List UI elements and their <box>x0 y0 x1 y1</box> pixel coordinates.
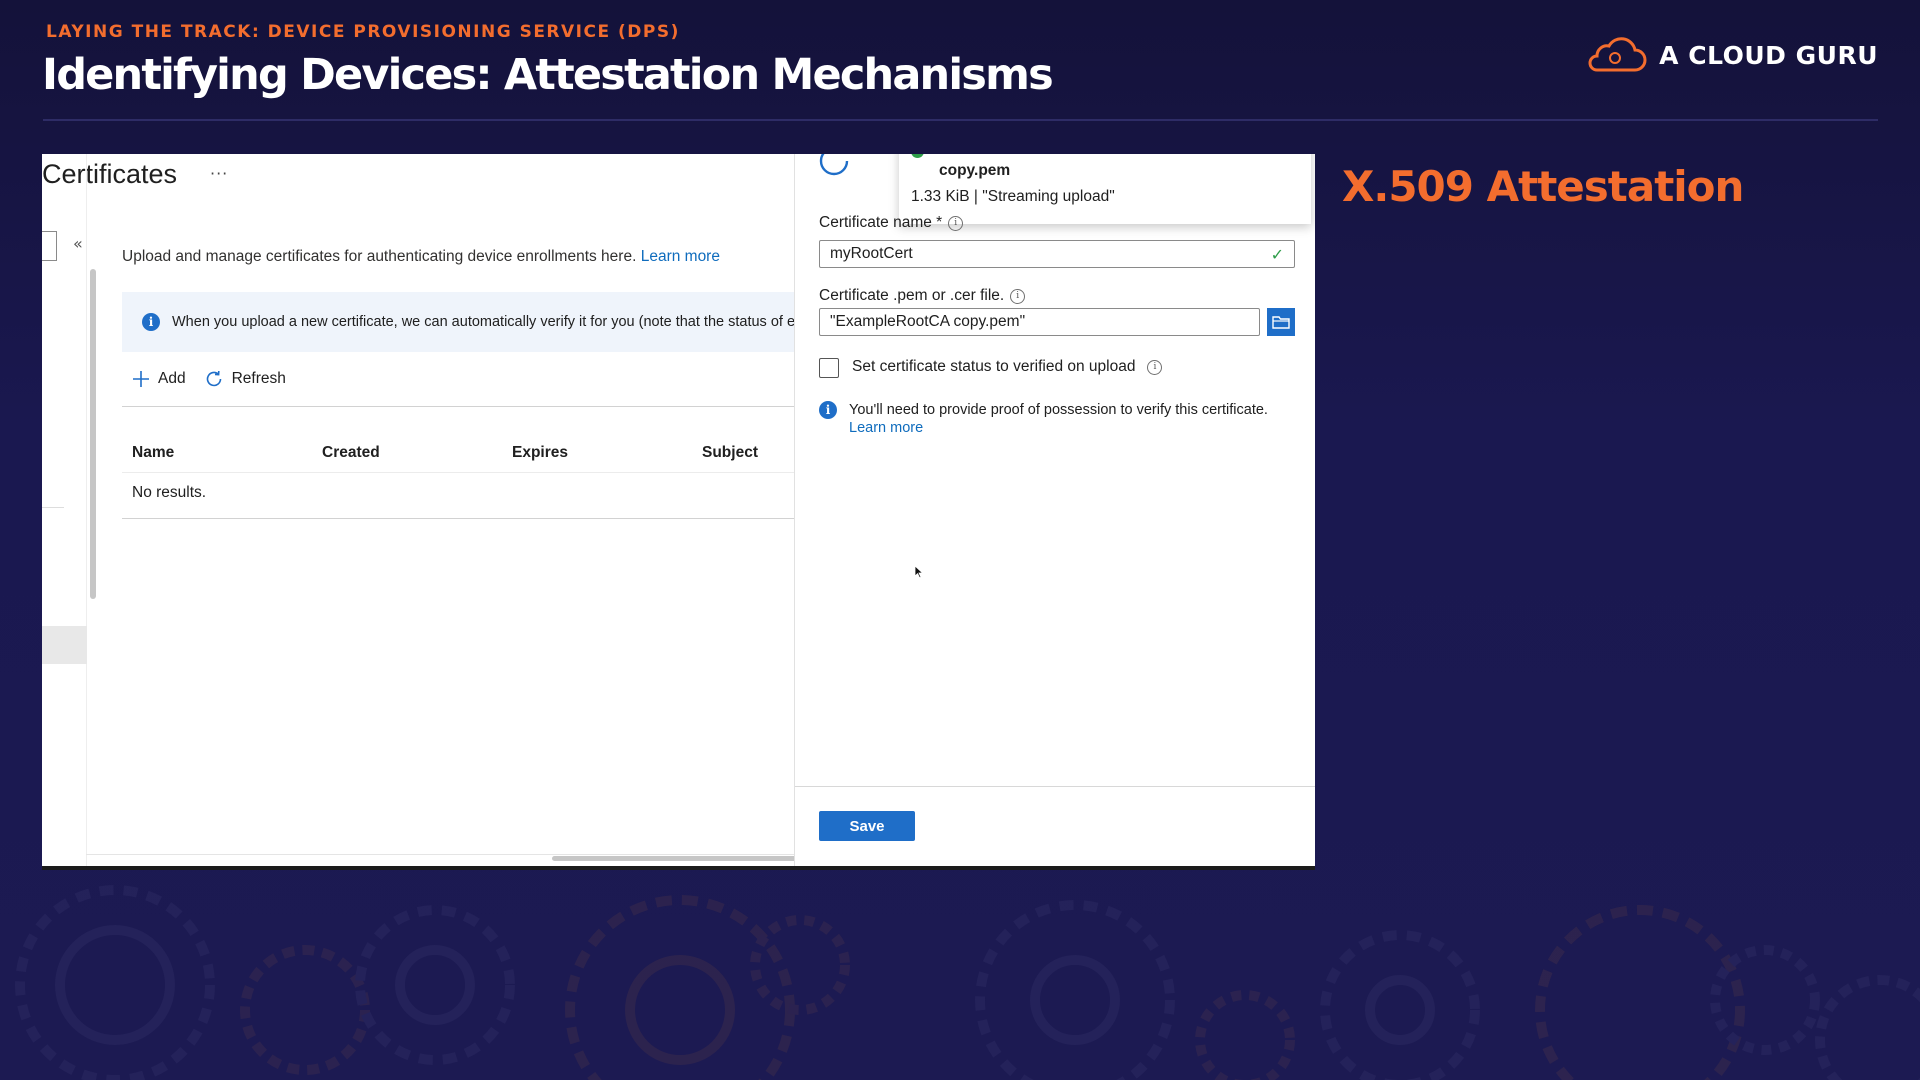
collapse-nav-icon[interactable]: « <box>73 234 83 253</box>
course-eyebrow: LAYING THE TRACK: DEVICE PROVISIONING SE… <box>46 22 680 42</box>
nav-search-box[interactable] <box>42 231 57 261</box>
add-button[interactable]: Add <box>132 369 186 389</box>
command-bar: Add Refresh <box>132 369 286 389</box>
possession-notice: i You'll need to provide proof of posses… <box>819 401 1268 437</box>
vertical-scrollbar[interactable] <box>90 269 96 599</box>
portal-screenshot: Certificates ··· « Upload and manage cer… <box>42 154 1315 870</box>
banner-text: When you upload a new certificate, we ca… <box>172 314 802 330</box>
info-icon[interactable]: i <box>1147 359 1163 375</box>
section-heading: X.509 Attestation <box>1342 162 1744 211</box>
certificate-file-label: Certificate .pem or .cer file. i <box>819 287 1026 305</box>
refresh-label: Refresh <box>231 370 286 387</box>
info-icon[interactable]: i <box>1010 288 1026 304</box>
content-bottom-edge <box>86 854 802 855</box>
mouse-cursor-icon <box>914 565 924 579</box>
possession-notice-text: You'll need to provide proof of possessi… <box>849 401 1268 437</box>
certificate-name-label-text: Certificate name * <box>819 214 943 231</box>
column-name[interactable]: Name <box>132 444 174 462</box>
brand-logo: A CLOUD GURU <box>1585 36 1878 74</box>
info-banner: i When you upload a new certificate, we … <box>122 292 802 352</box>
valid-check-icon: ✓ <box>1270 247 1284 264</box>
upload-meta: 1.33 KiB | "Streaming upload" <box>911 188 1115 205</box>
horizontal-scrollbar[interactable] <box>552 856 802 861</box>
slide-title: Identifying Devices: Attestation Mechani… <box>42 50 1054 100</box>
table-bottom-line <box>122 518 802 519</box>
upload-filename: copy.pem <box>939 162 1011 179</box>
pane-footer-divider <box>795 786 1315 787</box>
certificate-file-input[interactable]: "ExampleRootCA copy.pem" <box>819 308 1260 336</box>
header-divider-line <box>122 472 802 473</box>
info-icon: i <box>142 313 160 331</box>
column-expires[interactable]: Expires <box>512 444 568 462</box>
learn-more-link[interactable]: Learn more <box>641 248 720 265</box>
plus-icon <box>133 371 149 387</box>
empty-state-text: No results. <box>132 484 207 501</box>
blade-title: Certificates <box>42 159 178 189</box>
certificate-name-label: Certificate name * i <box>819 214 964 232</box>
info-icon[interactable]: i <box>948 215 964 231</box>
toolbar-divider <box>122 406 802 407</box>
possession-learn-more-link[interactable]: Learn more <box>849 419 1268 437</box>
success-status-icon <box>911 154 924 158</box>
verify-on-upload-label: Set certificate status to verified on up… <box>852 358 1163 376</box>
certificate-file-label-text: Certificate .pem or .cer file. <box>819 287 1005 304</box>
description-text: Upload and manage certificates for authe… <box>122 248 637 265</box>
save-button[interactable]: Save <box>819 811 915 841</box>
certificate-name-input[interactable]: myRootCert ✓ <box>819 240 1295 268</box>
nav-border <box>86 154 87 866</box>
upload-progress-icon <box>819 154 849 176</box>
info-icon: i <box>819 401 837 419</box>
nav-selected-item[interactable] <box>42 626 87 664</box>
brand-name: A CLOUD GURU <box>1659 40 1878 70</box>
browse-file-button[interactable] <box>1267 308 1295 336</box>
add-certificate-pane: copy.pem 1.33 KiB | "Streaming upload" C… <box>794 154 1315 866</box>
verify-on-upload-text: Set certificate status to verified on up… <box>852 358 1136 375</box>
certificate-name-value: myRootCert <box>830 245 913 262</box>
column-subject[interactable]: Subject <box>702 444 758 462</box>
certificate-file-value: "ExampleRootCA copy.pem" <box>830 313 1026 330</box>
folder-icon <box>1272 316 1290 329</box>
more-options-icon[interactable]: ··· <box>210 164 228 183</box>
column-created[interactable]: Created <box>322 444 380 462</box>
cloud-logo-icon <box>1588 37 1647 72</box>
verify-on-upload-checkbox[interactable] <box>819 358 839 378</box>
nav-divider <box>42 507 64 508</box>
possession-text: You'll need to provide proof of possessi… <box>849 402 1268 418</box>
header-divider <box>43 119 1878 121</box>
refresh-button[interactable]: Refresh <box>204 369 286 389</box>
add-label: Add <box>158 370 186 387</box>
refresh-icon <box>206 370 221 387</box>
blade-description: Upload and manage certificates for authe… <box>122 248 720 266</box>
